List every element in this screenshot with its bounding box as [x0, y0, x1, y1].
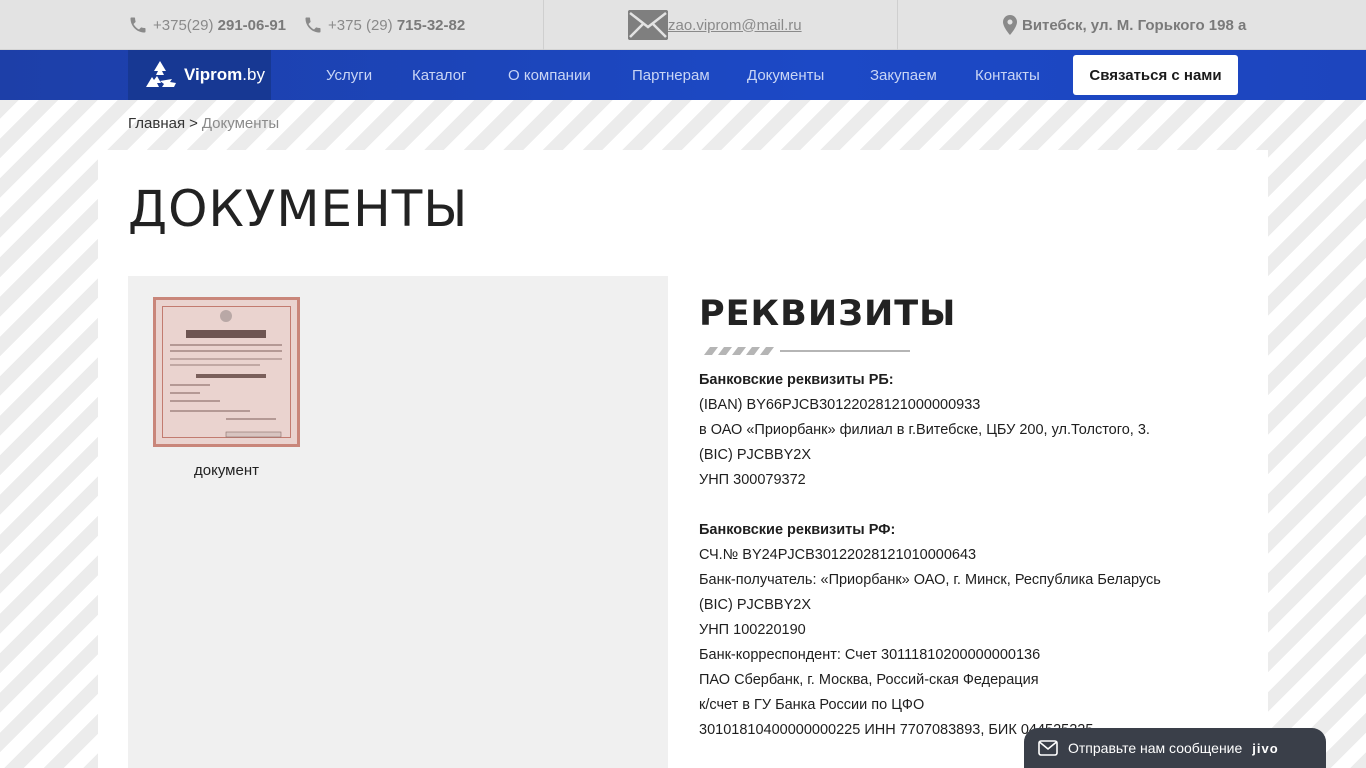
- chat-brand-logo: jivo: [1252, 740, 1279, 756]
- breadcrumb: Главная > Документы: [128, 115, 279, 132]
- nav-item-catalog[interactable]: Каталог: [412, 67, 467, 84]
- topbar-divider: [897, 0, 898, 50]
- document-thumbnail[interactable]: [153, 297, 300, 447]
- title-underline-decoration: [704, 347, 910, 355]
- nav-item-documents[interactable]: Документы: [747, 67, 824, 84]
- topbar-divider: [543, 0, 544, 50]
- phone-icon: [305, 17, 321, 33]
- requisites-title: РЕКВИЗИТЫ: [699, 294, 957, 334]
- address-text: Витебск, ул. М. Горького 198 а: [1022, 16, 1247, 34]
- address: Витебск, ул. М. Горького 198 а: [1003, 0, 1246, 50]
- requisites-rf-line: Банк-получатель: «Приорбанк» ОАО, г. Мин…: [699, 572, 1161, 588]
- requisites-rf-line: (BIC) PJCBBY2X: [699, 597, 811, 613]
- nav-item-contacts[interactable]: Контакты: [975, 67, 1040, 84]
- message-icon: [1038, 740, 1058, 756]
- logo-text: Viprom.by: [184, 65, 265, 85]
- certificate-image-icon: [170, 310, 282, 438]
- nav-item-partners[interactable]: Партнерам: [632, 67, 710, 84]
- requisites-rf-line: ПАО Сбербанк, г. Москва, Россий-ская Фед…: [699, 672, 1039, 688]
- requisites-rb-line: в ОАО «Приорбанк» филиал в г.Витебске, Ц…: [699, 422, 1150, 438]
- nav-item-purchase[interactable]: Закупаем: [870, 67, 937, 84]
- mail-icon: [628, 10, 668, 40]
- top-contact-bar: +375(29) 291-06-91 +375 (29) 715-32-82 z…: [0, 0, 1366, 50]
- chat-label: Отправьте нам сообщение: [1068, 740, 1243, 756]
- phone-2-number: 715-32-82: [396, 16, 466, 34]
- logo-text-bold: Viprom: [184, 65, 243, 84]
- nav-item-about[interactable]: О компании: [508, 67, 591, 84]
- requisites-rb-line: (BIC) PJCBBY2X: [699, 447, 811, 463]
- requisites-text: Банковские реквизиты РБ: (IBAN) BY66PJCB…: [699, 368, 1259, 743]
- site-logo[interactable]: Viprom.by: [128, 50, 271, 100]
- phone-2[interactable]: +375 (29) 715-32-82: [303, 0, 465, 50]
- requisites-rb-line: УНП 300079372: [699, 472, 806, 488]
- document-caption[interactable]: документ: [153, 462, 300, 479]
- requisites-rb-line: (IBAN) BY66PJCB30122028121000000933: [699, 397, 981, 413]
- requisites-rf-line: УНП 100220190: [699, 622, 806, 638]
- requisites-rf-line: Банк-корреспондент: Счет 301118102000000…: [699, 647, 1041, 663]
- phone-2-prefix: +375 (29): [328, 16, 393, 34]
- requisites-rf-line: к/счет в ГУ Банка России по ЦФО: [699, 697, 925, 713]
- requisites-rf-heading: Банковские реквизиты РФ:: [699, 522, 896, 538]
- breadcrumb-current: Документы: [201, 115, 280, 132]
- chat-widget[interactable]: Отправьте нам сообщение jivo: [1024, 728, 1326, 768]
- phone-icon: [130, 17, 146, 33]
- phone-1-prefix: +375(29): [153, 16, 214, 34]
- phone-1-number: 291-06-91: [217, 16, 287, 34]
- requisites-rb-heading: Банковские реквизиты РБ:: [699, 372, 894, 388]
- breadcrumb-separator: >: [189, 115, 198, 132]
- requisites-rf-line: СЧ.№ BY24PJCB30122028121010000643: [699, 547, 977, 563]
- nav-item-services[interactable]: Услуги: [326, 67, 372, 84]
- phone-1[interactable]: +375(29) 291-06-91: [128, 0, 286, 50]
- main-navigation: Viprom.by Услуги Каталог О компании Парт…: [0, 50, 1366, 100]
- email-link[interactable]: zao.viprom@mail.ru: [668, 17, 802, 34]
- email-contact[interactable]: zao.viprom@mail.ru: [628, 0, 802, 50]
- logo-text-suffix: .by: [242, 65, 265, 84]
- location-pin-icon: [1003, 15, 1017, 35]
- breadcrumb-home-link[interactable]: Главная: [128, 115, 185, 132]
- contact-us-button[interactable]: Связаться с нами: [1073, 55, 1238, 95]
- recycle-logo-icon: [146, 61, 176, 87]
- page-title: ДОКУМЕНТЫ: [128, 180, 469, 238]
